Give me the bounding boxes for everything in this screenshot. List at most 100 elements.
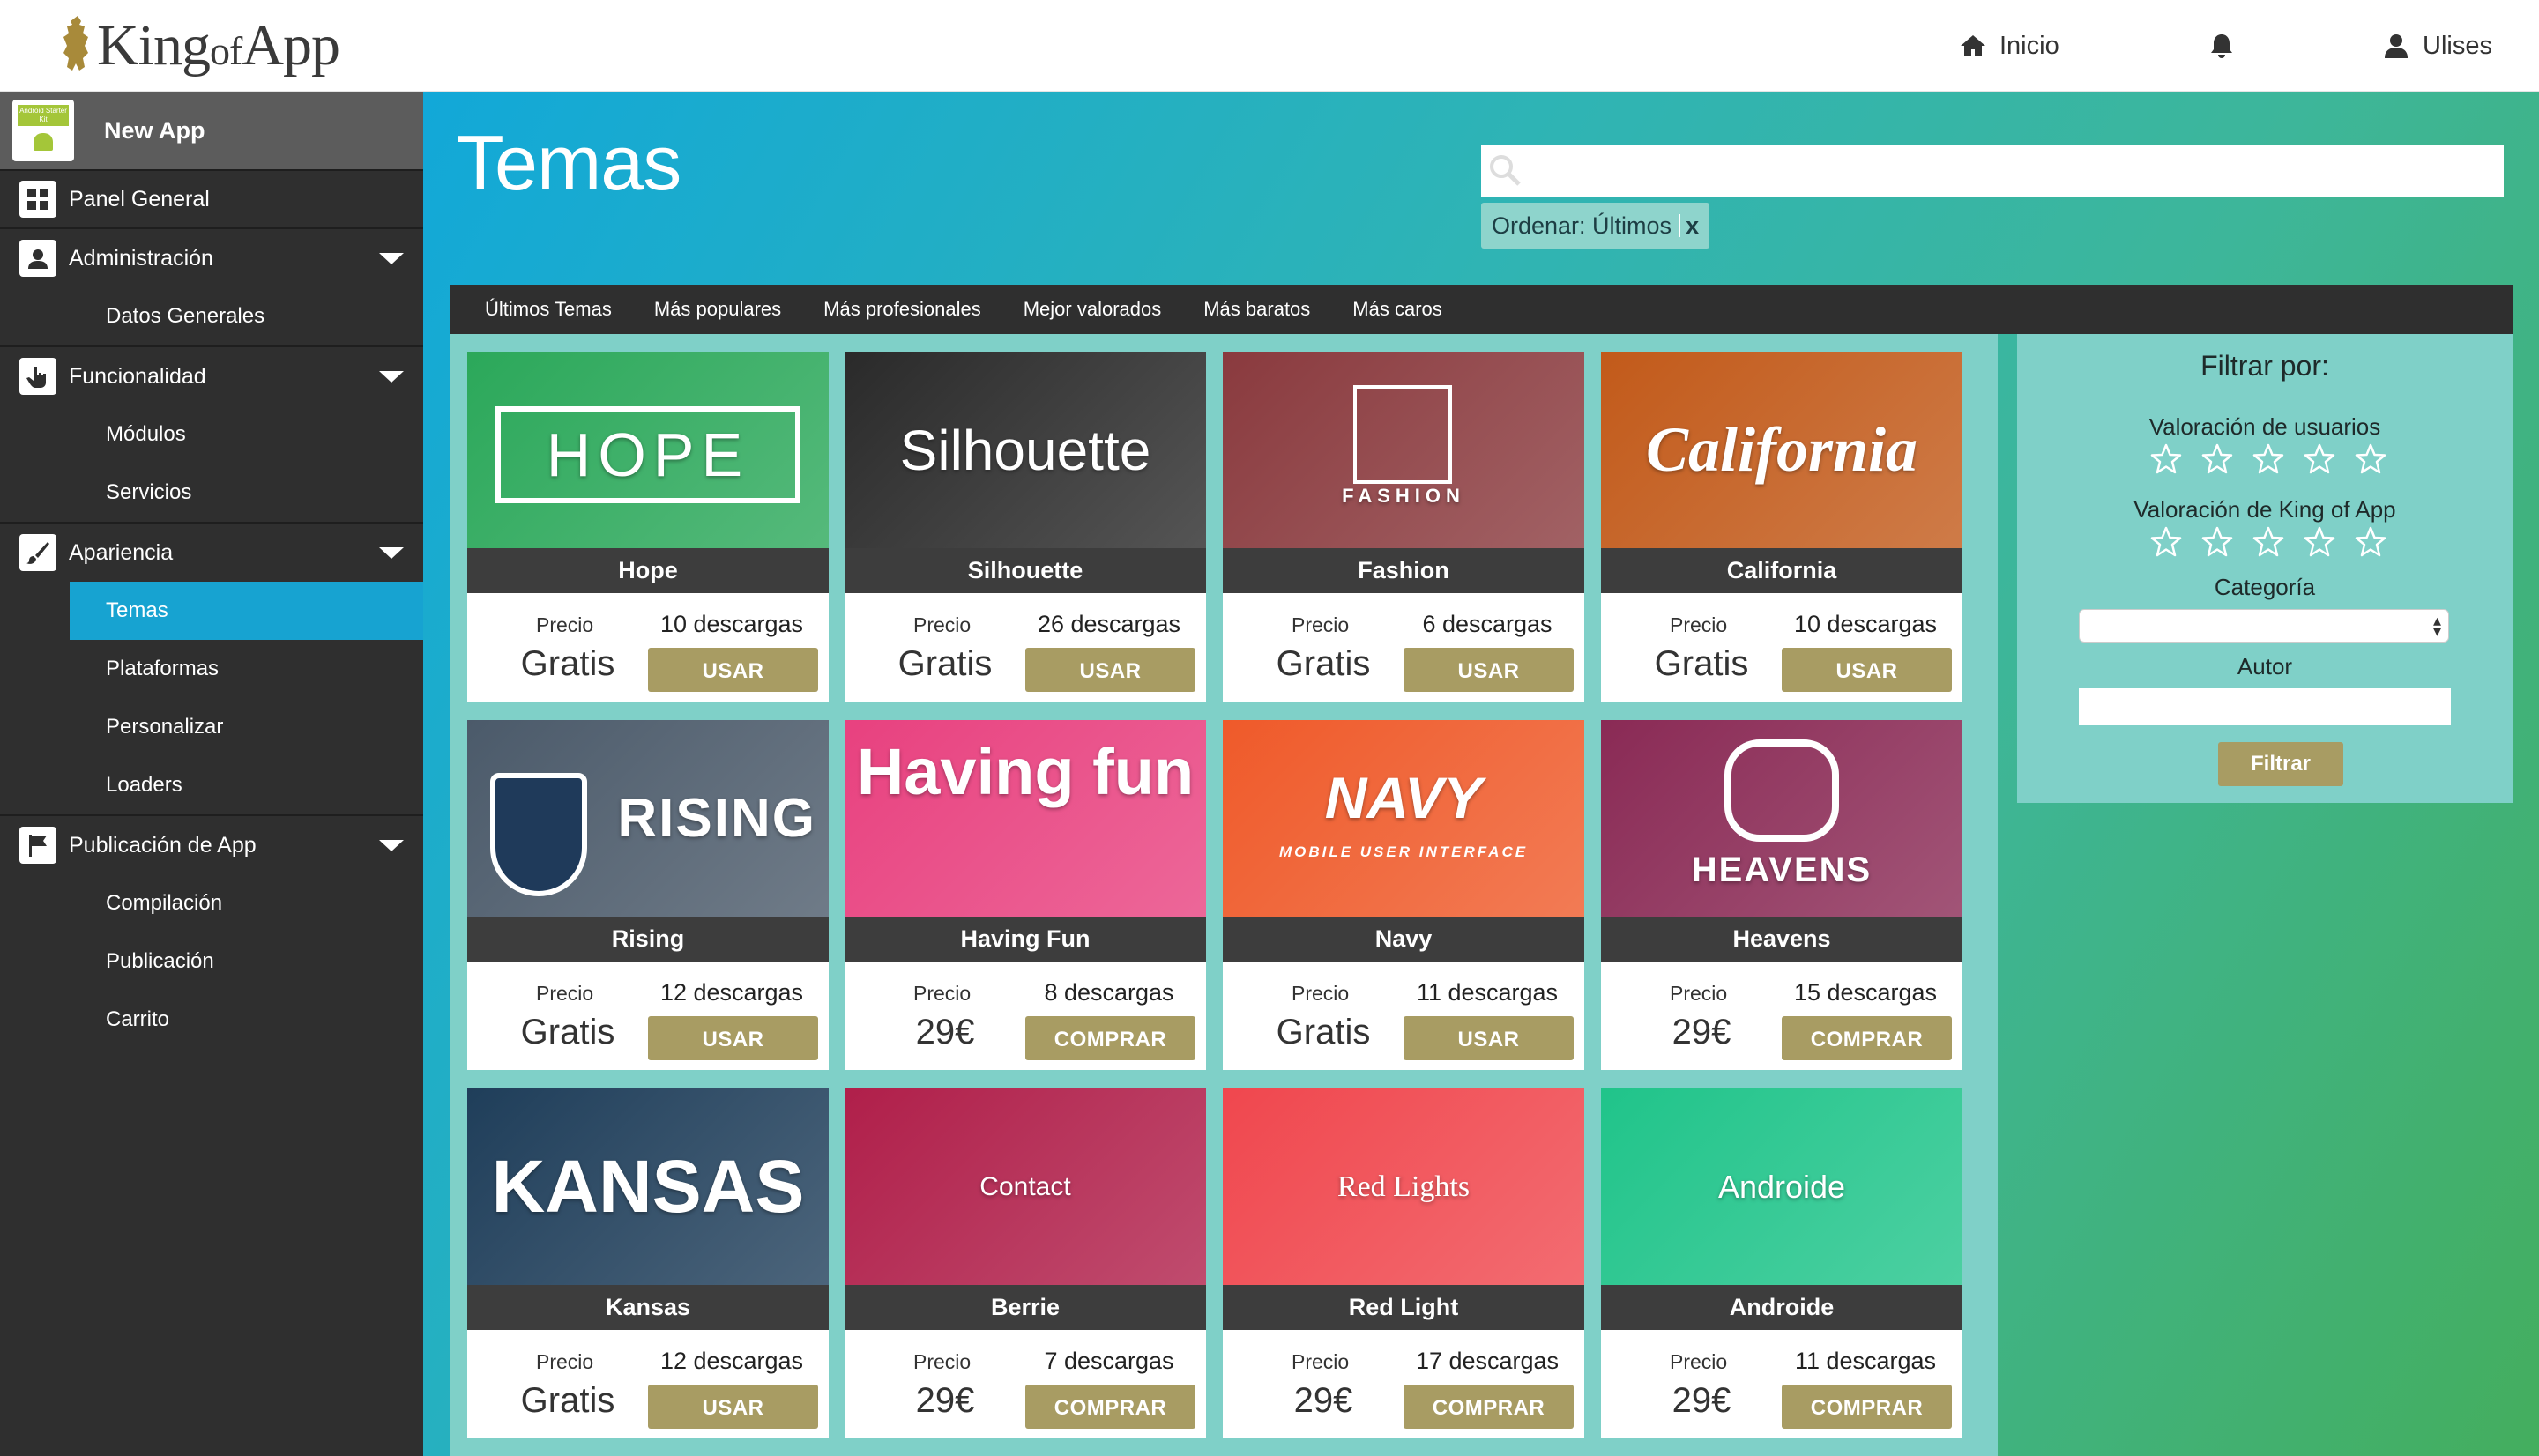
nav-home[interactable]: Inicio <box>1959 26 2059 65</box>
use-button[interactable]: USAR <box>648 1385 818 1429</box>
downloads-count: 11 descargas <box>1416 979 1559 1006</box>
theme-card[interactable]: NAVY MOBILE USER INTERFACE Navy Precio Grati… <box>1223 720 1584 1070</box>
chevron-down-icon[interactable] <box>379 547 404 559</box>
star-icon[interactable] <box>2303 525 2336 563</box>
use-button[interactable]: USAR <box>648 1016 818 1060</box>
theme-card[interactable]: HEAVENS Heavens Precio 29€ 15 descargas COMPR… <box>1601 720 1962 1070</box>
star-icon[interactable] <box>2200 442 2234 480</box>
kingofapp-rating-label: Valoración de King of App <box>2133 496 2396 523</box>
theme-thumbnail[interactable]: HEAVENS <box>1601 720 1962 917</box>
sidebar-subitem-personalizar[interactable]: Personalizar <box>0 698 423 756</box>
thumbnail-subtitle: MOBILE USER INTERFACE <box>1278 843 1529 860</box>
use-button[interactable]: USAR <box>1782 648 1952 692</box>
theme-thumbnail[interactable]: Silhouette <box>845 352 1206 548</box>
chevron-down-icon[interactable] <box>379 253 404 264</box>
buy-button[interactable]: COMPRAR <box>1782 1016 1952 1060</box>
users-rating-stars[interactable] <box>2149 442 2387 480</box>
filter-button[interactable]: Filtrar <box>2218 742 2343 786</box>
users-rating-label: Valoración de usuarios <box>2148 413 2381 440</box>
sidebar-subitem-compilacion[interactable]: Compilación <box>0 874 423 932</box>
theme-card[interactable]: HOPE Hope Precio Gratis 10 descargas USAR <box>467 352 829 702</box>
theme-thumbnail[interactable]: Androide <box>1601 1088 1962 1285</box>
tab-mas-baratos[interactable]: Más baratos <box>1203 298 1310 321</box>
author-label: Autor <box>2237 653 2293 680</box>
sidebar-subitem-publicacion[interactable]: Publicación <box>0 932 423 991</box>
sidebar-subitem-temas[interactable]: Temas <box>70 582 423 640</box>
price-value: Gratis <box>1276 1013 1371 1051</box>
theme-thumbnail[interactable]: California <box>1601 352 1962 548</box>
price-label: Precio <box>913 1350 972 1373</box>
use-button[interactable]: USAR <box>1404 648 1574 692</box>
buy-button[interactable]: COMPRAR <box>1404 1385 1574 1429</box>
theme-card[interactable]: California California Precio Gratis 10 desca… <box>1601 352 1962 702</box>
star-icon[interactable] <box>2200 525 2234 563</box>
theme-card[interactable]: Having fun Having Fun Precio 29€ 8 descargas… <box>845 720 1206 1070</box>
sidebar-subitem-datos-generales[interactable]: Datos Generales <box>0 287 423 345</box>
price-label: Precio <box>1292 982 1350 1005</box>
logo[interactable]: KingofApp <box>58 12 340 79</box>
sidebar-item-label: Apariencia <box>69 539 174 565</box>
theme-thumbnail[interactable]: NAVY MOBILE USER INTERFACE <box>1223 720 1584 917</box>
theme-thumbnail[interactable]: HOPE <box>467 352 829 548</box>
theme-card[interactable]: Contact Berrie Precio 29€ 7 descargas COMPRAR <box>845 1088 1206 1438</box>
downloads-count: 26 descargas <box>1037 611 1181 637</box>
price-value: 29€ <box>1293 1381 1353 1420</box>
app-selector[interactable]: Android Starter Kit New App <box>0 92 423 171</box>
theme-card[interactable]: RISING Rising Precio Gratis 12 descargas USAR <box>467 720 829 1070</box>
theme-card[interactable]: Androide Androide Precio 29€ 11 descargas COM… <box>1601 1088 1962 1438</box>
category-select[interactable]: ▴ ▾ <box>2079 609 2449 643</box>
notifications-button[interactable] <box>2208 26 2248 65</box>
theme-name: Androide <box>1601 1285 1962 1330</box>
theme-thumbnail[interactable]: Contact <box>845 1088 1206 1285</box>
tab-mas-populares[interactable]: Más populares <box>654 298 781 321</box>
price-label: Precio <box>536 982 594 1005</box>
user-icon <box>2385 34 2408 58</box>
sidebar-item-panel-general[interactable]: Panel General <box>0 171 423 229</box>
theme-card[interactable]: Silhouette Silhouette Precio Gratis 26 desca… <box>845 352 1206 702</box>
theme-thumbnail[interactable]: Having fun <box>845 720 1206 917</box>
kingofapp-rating-stars[interactable] <box>2149 525 2387 563</box>
buy-button[interactable]: COMPRAR <box>1782 1385 1952 1429</box>
theme-thumbnail[interactable]: RISING <box>467 720 829 917</box>
sidebar-item-funcionalidad[interactable]: Funcionalidad <box>0 347 423 405</box>
theme-card[interactable]: FASHION Fashion Precio Gratis 6 descargas USA… <box>1223 352 1584 702</box>
tab-ultimos-temas[interactable]: Últimos Temas <box>485 298 612 321</box>
theme-thumbnail[interactable]: KANSAS <box>467 1088 829 1285</box>
star-icon[interactable] <box>2149 442 2183 480</box>
sidebar-item-apariencia[interactable]: Apariencia <box>0 524 423 582</box>
sidebar-subitem-modulos[interactable]: Módulos <box>0 405 423 464</box>
theme-card[interactable]: Red Lights Red Light Precio 29€ 17 descargas… <box>1223 1088 1584 1438</box>
tab-mas-profesionales[interactable]: Más profesionales <box>823 298 981 321</box>
sidebar-subitem-servicios[interactable]: Servicios <box>0 464 423 522</box>
sidebar-subitem-loaders[interactable]: Loaders <box>0 756 423 814</box>
tab-mas-caros[interactable]: Más caros <box>1352 298 1441 321</box>
star-icon[interactable] <box>2354 525 2387 563</box>
theme-card[interactable]: KANSAS Kansas Precio Gratis 12 descargas USAR <box>467 1088 829 1438</box>
search-box[interactable] <box>1481 145 2504 197</box>
use-button[interactable]: USAR <box>1025 648 1195 692</box>
buy-button[interactable]: COMPRAR <box>1025 1385 1195 1429</box>
sidebar-subitem-plataformas[interactable]: Plataformas <box>0 640 423 698</box>
thumbnail-title: Red Lights <box>1337 1170 1471 1203</box>
sidebar-subitem-carrito[interactable]: Carrito <box>0 991 423 1049</box>
remove-order-button[interactable]: x <box>1686 212 1699 240</box>
search-input[interactable] <box>1530 145 2500 197</box>
star-icon[interactable] <box>2252 442 2285 480</box>
theme-thumbnail[interactable]: FASHION <box>1223 352 1584 548</box>
star-icon[interactable] <box>2252 525 2285 563</box>
theme-thumbnail[interactable]: Red Lights <box>1223 1088 1584 1285</box>
use-button[interactable]: USAR <box>1404 1016 1574 1060</box>
nav-user[interactable]: Ulises <box>2382 26 2492 65</box>
chevron-down-icon[interactable] <box>379 840 404 851</box>
sidebar-item-label: Funcionalidad <box>69 363 206 389</box>
star-icon[interactable] <box>2149 525 2183 563</box>
author-input[interactable] <box>2079 688 2451 725</box>
star-icon[interactable] <box>2354 442 2387 480</box>
use-button[interactable]: USAR <box>648 648 818 692</box>
star-icon[interactable] <box>2303 442 2336 480</box>
sidebar-item-publicacion-de-app[interactable]: Publicación de App <box>0 816 423 874</box>
chevron-down-icon[interactable] <box>379 371 404 383</box>
sidebar-item-administracion[interactable]: Administración <box>0 229 423 287</box>
buy-button[interactable]: COMPRAR <box>1025 1016 1195 1060</box>
tab-mejor-valorados[interactable]: Mejor valorados <box>1024 298 1162 321</box>
